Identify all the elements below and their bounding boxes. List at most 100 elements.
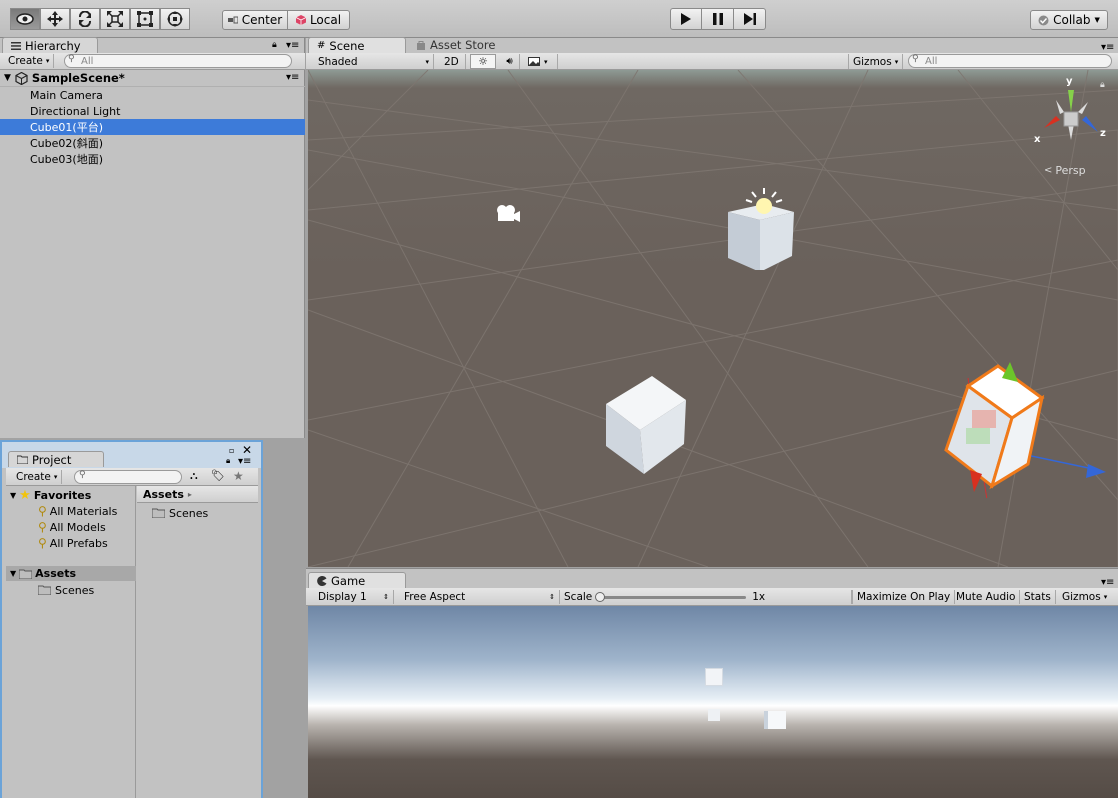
hierarchy-create-button[interactable]: Create ▾ (4, 54, 55, 68)
unity-scene-icon (15, 71, 28, 85)
project-create-button[interactable]: Create ▾ (12, 470, 63, 484)
collapse-triangle-icon[interactable]: ▼ (10, 569, 16, 578)
transform-tools (10, 8, 190, 30)
favorite-star-icon[interactable]: ★ (233, 469, 244, 483)
toggle-2d-button[interactable]: 2D (438, 54, 466, 69)
hierarchy-search-input[interactable]: All (64, 54, 292, 68)
scene-tab-label: Scene (329, 38, 365, 53)
move-tool-button[interactable] (40, 8, 70, 30)
search-icon: ⚲ (38, 520, 47, 534)
tab-game[interactable]: Game (308, 572, 406, 588)
scene-search-placeholder: All (925, 55, 938, 67)
collapse-triangle-icon[interactable]: ▼ (10, 491, 16, 500)
mute-label: Mute Audio (956, 591, 1016, 603)
panel-menu-icon[interactable]: ▾≡ (1101, 577, 1114, 588)
assets-item-scenes[interactable]: Scenes (152, 505, 208, 521)
mute-audio-toggle[interactable]: Mute Audio (952, 590, 1021, 604)
shading-mode-dropdown[interactable]: Shaded ▾ (312, 54, 434, 69)
folder-icon (38, 585, 51, 595)
panel-menu-icon[interactable]: ▾≡ (1101, 42, 1114, 53)
effects-dropdown[interactable]: ▾ (524, 54, 558, 69)
collab-button[interactable]: Collab ▼ (1030, 10, 1108, 30)
favorite-all-models[interactable]: ⚲ All Models (38, 519, 117, 535)
favorite-all-prefabs[interactable]: ⚲ All Prefabs (38, 535, 117, 551)
game-gizmos-dropdown[interactable]: Gizmos ▾ (1058, 590, 1111, 604)
tab-asset-store[interactable]: Asset Store (416, 38, 496, 52)
project-search-input[interactable] (74, 470, 182, 484)
scene-viewport[interactable]: y x z 🔒︎ < Persp (308, 70, 1118, 567)
panel-menu-icon[interactable]: ▾≡ (286, 40, 299, 51)
axis-y-label: y (1066, 76, 1073, 87)
hierarchy-item-label: Directional Light (30, 104, 121, 118)
camera-gizmo-icon[interactable] (495, 204, 521, 224)
sun-light-icon[interactable] (742, 186, 786, 214)
pivot-center-label: Center (241, 13, 283, 27)
pivot-local-label: Local (309, 13, 342, 27)
aspect-dropdown[interactable]: Free Aspect ⇕ (398, 590, 560, 604)
game-cube-top (705, 668, 723, 686)
step-button[interactable] (734, 8, 766, 30)
maximize-on-play-toggle[interactable]: Maximize On Play (852, 590, 956, 604)
lock-icon[interactable]: 🔒︎ (226, 456, 230, 466)
combined-transform-icon (167, 11, 183, 27)
scene-menu-icon[interactable]: ▾≡ (286, 72, 299, 83)
stats-toggle[interactable]: Stats (1020, 590, 1056, 604)
hierarchy-item-label: Cube01(平台) (30, 121, 103, 134)
gizmo-lock-icon[interactable]: 🔒︎ (1100, 80, 1105, 90)
selected-cube-gizmo[interactable] (938, 358, 1108, 498)
audio-toggle[interactable]: 🔊︎ (500, 54, 520, 69)
play-icon (681, 13, 691, 25)
rect-tool-button[interactable] (130, 8, 160, 30)
close-icon[interactable]: ✕ (242, 443, 252, 457)
hierarchy-item-cube01[interactable]: Cube01(平台) (0, 119, 305, 135)
tab-scene[interactable]: # Scene (308, 37, 406, 53)
project-tab-label: Project (32, 452, 72, 467)
assets-header[interactable]: ▼ Assets (6, 566, 136, 581)
hierarchy-item-cube02[interactable]: Cube02(斜面) (0, 135, 305, 151)
filter-by-type-icon[interactable]: ⛬ (190, 469, 198, 483)
transform-tool-button[interactable] (160, 8, 190, 30)
gizmos-dropdown[interactable]: Gizmos ▾ (848, 54, 904, 69)
check-circle-icon (1038, 15, 1049, 25)
hierarchy-item-directional-light[interactable]: Directional Light (0, 103, 305, 119)
projection-toggle[interactable]: < Persp (1044, 164, 1086, 177)
favorites-label: Favorites (33, 489, 92, 502)
tab-hierarchy[interactable]: Hierarchy (2, 37, 98, 53)
dropdown-arrow-icon: ▾ (894, 57, 899, 66)
scale-slider[interactable] (595, 591, 747, 602)
orientation-gizmo[interactable] (1030, 80, 1110, 160)
scale-tool-button[interactable] (100, 8, 130, 30)
rotate-tool-button[interactable] (70, 8, 100, 30)
hierarchy-create-label: Create (8, 55, 43, 67)
lock-icon[interactable]: 🔒︎ (272, 40, 277, 50)
play-button[interactable] (670, 8, 702, 30)
filter-by-label-icon[interactable]: 🏷︎ (211, 469, 225, 482)
favorites-header[interactable]: ▼ ★ Favorites (10, 488, 91, 503)
hierarchy-item-main-camera[interactable]: Main Camera (0, 87, 305, 103)
collapse-triangle-icon[interactable]: ▼ (4, 73, 11, 83)
scene-search-input[interactable]: All (908, 54, 1112, 68)
maximize-icon[interactable]: ▫ (229, 446, 234, 455)
view-tool-button[interactable] (10, 8, 40, 30)
breadcrumb-assets[interactable]: Assets (143, 488, 184, 501)
favorite-all-materials[interactable]: ⚲ All Materials (38, 503, 117, 519)
pivot-center-button[interactable]: Center (222, 10, 288, 30)
pivot-local-button[interactable]: Local (288, 10, 350, 30)
dropdown-arrow-icon: ▼ (1094, 16, 1100, 24)
display-dropdown[interactable]: Display 1 ⇕ (312, 590, 394, 604)
lighting-toggle[interactable]: ☼ (470, 54, 496, 69)
folder-icon (19, 569, 33, 579)
tree-folder-scenes[interactable]: Scenes (38, 582, 94, 598)
game-viewport[interactable] (308, 606, 1118, 798)
scale-slider-thumb[interactable] (595, 591, 606, 602)
axis-x-label: x (1034, 134, 1041, 145)
cube-02[interactable] (602, 376, 692, 476)
panel-menu-icon[interactable]: ▾≡ (238, 456, 251, 467)
hierarchy-tab-label: Hierarchy (25, 38, 81, 53)
hierarchy-item-label: Cube02(斜面) (30, 137, 103, 150)
playback-controls (670, 8, 766, 30)
hierarchy-item-cube03[interactable]: Cube03(地面) (0, 151, 305, 167)
pause-button[interactable] (702, 8, 734, 30)
tab-project[interactable]: Project (8, 451, 104, 467)
scene-root-row[interactable]: ▼ SampleScene* (0, 70, 305, 87)
